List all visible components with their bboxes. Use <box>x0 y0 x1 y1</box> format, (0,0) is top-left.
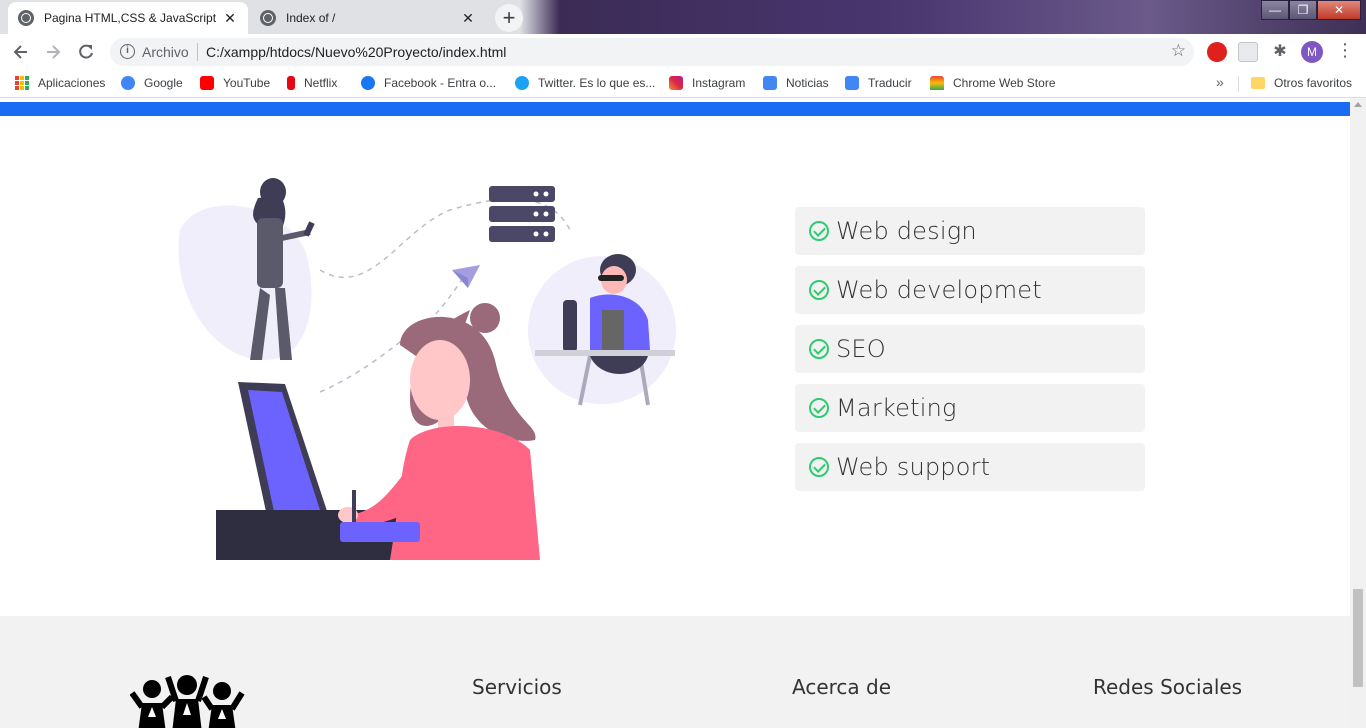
arrow-left-icon <box>13 45 27 59</box>
browser-titlebar: Pagina HTML,CSS & JavaScript ✕ Index of … <box>0 0 1366 34</box>
reload-button[interactable] <box>74 40 98 64</box>
extension-icon[interactable] <box>1238 42 1258 62</box>
bookmarks-overflow-button[interactable]: » <box>1216 74 1224 90</box>
header-accent-strip <box>0 102 1350 116</box>
forward-button[interactable] <box>41 40 65 64</box>
bookmark-label: Instagram <box>692 76 746 90</box>
web-design-illustration <box>178 178 676 560</box>
address-separator <box>197 43 198 61</box>
bookmark-google[interactable]: Google <box>121 76 183 90</box>
service-label: Web design <box>836 217 977 245</box>
extensions-puzzle-icon[interactable]: ✱ <box>1270 42 1290 62</box>
bookmark-noticias[interactable]: Noticias <box>763 76 829 90</box>
footer-heading-redes-sociales: Redes Sociales <box>1093 675 1243 699</box>
service-label: Web support <box>836 453 991 481</box>
bookmark-label: Traducir <box>868 76 912 90</box>
bookmark-twitter[interactable]: Twitter. Es lo que es... <box>515 76 655 90</box>
globe-icon <box>18 10 34 26</box>
browser-menu-icon[interactable]: ⋮ <box>1336 40 1354 61</box>
bookmark-traducir[interactable]: Traducir <box>845 76 912 90</box>
bookmark-label: Facebook - Entra o... <box>384 76 497 90</box>
tab-title: Pagina HTML,CSS & JavaScript <box>44 11 217 25</box>
instagram-icon <box>669 76 683 90</box>
team-logo-icon <box>130 675 245 728</box>
tab-close-icon[interactable]: ✕ <box>222 10 238 27</box>
bookmark-instagram[interactable]: Instagram <box>669 76 745 90</box>
bookmark-label: Aplicaciones <box>38 76 106 90</box>
bookmark-chrome-web-store[interactable]: Chrome Web Store <box>930 76 1056 90</box>
tab-pagina-html[interactable]: Pagina HTML,CSS & JavaScript ✕ <box>8 2 248 34</box>
netflix-icon <box>287 76 295 90</box>
services-list: Web design Web developmet SEO Marketing … <box>795 207 1145 502</box>
new-tab-button[interactable]: + <box>495 4 523 32</box>
footer-heading-acerca-de: Acerca de <box>792 675 892 699</box>
adblock-extension-icon[interactable] <box>1207 42 1227 62</box>
bookmark-label: Netflix <box>304 76 338 90</box>
bookmark-facebook[interactable]: Facebook - Entra o... <box>361 76 496 90</box>
youtube-icon <box>200 76 214 90</box>
close-window-button[interactable]: ✕ <box>1317 0 1361 20</box>
translate-icon <box>845 76 859 90</box>
bookmark-label: Google <box>144 76 183 90</box>
service-label: SEO <box>836 335 886 363</box>
service-item-web-developmet: Web developmet <box>795 266 1145 314</box>
service-label: Marketing <box>836 394 957 422</box>
scroll-up-arrow-icon[interactable] <box>1354 102 1362 107</box>
service-item-marketing: Marketing <box>795 384 1145 432</box>
address-bar[interactable]: i Archivo C:/xampp/htdocs/Nuevo%20Proyec… <box>110 38 1194 66</box>
reload-icon <box>79 44 93 59</box>
check-circle-icon <box>809 221 829 241</box>
profile-avatar[interactable]: M <box>1301 41 1323 63</box>
twitter-icon <box>515 76 529 90</box>
scrollbar-thumb[interactable] <box>1353 589 1363 687</box>
bookmarks-bar: Aplicaciones Google YouTube Netflix Face… <box>0 70 1366 98</box>
bookmark-label: Noticias <box>786 76 829 90</box>
google-icon <box>121 76 135 90</box>
bookmark-netflix[interactable]: Netflix <box>287 76 337 90</box>
tab-title: Index of / <box>286 11 336 25</box>
news-icon <box>763 76 777 90</box>
facebook-icon <box>361 76 375 90</box>
footer-heading-servicios: Servicios <box>472 675 562 699</box>
page-scrollbar[interactable] <box>1350 98 1366 728</box>
maximize-button[interactable]: ❐ <box>1289 0 1317 20</box>
back-button[interactable] <box>9 40 33 64</box>
url-text[interactable]: C:/xampp/htdocs/Nuevo%20Proyecto/index.h… <box>206 44 506 60</box>
page-viewport: Web design Web developmet SEO Marketing … <box>0 98 1350 728</box>
service-item-seo: SEO <box>795 325 1145 373</box>
tab-close-icon[interactable]: ✕ <box>460 10 476 27</box>
bookmark-aplicaciones[interactable]: Aplicaciones <box>15 76 105 90</box>
bookmark-label: YouTube <box>223 76 271 90</box>
info-icon[interactable]: i <box>120 44 135 59</box>
check-circle-icon <box>809 398 829 418</box>
bookmark-youtube[interactable]: YouTube <box>200 76 270 90</box>
service-label: Web developmet <box>836 276 1042 304</box>
check-circle-icon <box>809 457 829 477</box>
folder-icon <box>1251 77 1265 89</box>
service-item-web-support: Web support <box>795 443 1145 491</box>
page-footer: Servicios Acerca de Redes Sociales <box>0 616 1350 728</box>
bookmark-otros-favoritos[interactable]: Otros favoritos <box>1251 76 1352 90</box>
check-circle-icon <box>809 339 829 359</box>
globe-icon <box>260 10 276 26</box>
browser-toolbar: i Archivo C:/xampp/htdocs/Nuevo%20Proyec… <box>0 34 1366 70</box>
check-circle-icon <box>809 280 829 300</box>
bookmark-label: Twitter. Es lo que es... <box>538 76 656 90</box>
bookmark-label: Otros favoritos <box>1274 76 1353 90</box>
bookmark-label: Chrome Web Store <box>953 76 1056 90</box>
arrow-right-icon <box>47 45 61 59</box>
bookmarks-separator <box>1238 76 1239 92</box>
chrome-web-store-icon <box>930 76 944 90</box>
bookmark-star-icon[interactable]: ☆ <box>1171 41 1186 61</box>
minimize-button[interactable]: — <box>1261 0 1289 20</box>
apps-icon <box>15 76 29 90</box>
security-chip-label[interactable]: Archivo <box>142 44 189 60</box>
service-item-web-design: Web design <box>795 207 1145 255</box>
tab-index-of[interactable]: Index of / ✕ <box>250 2 486 34</box>
